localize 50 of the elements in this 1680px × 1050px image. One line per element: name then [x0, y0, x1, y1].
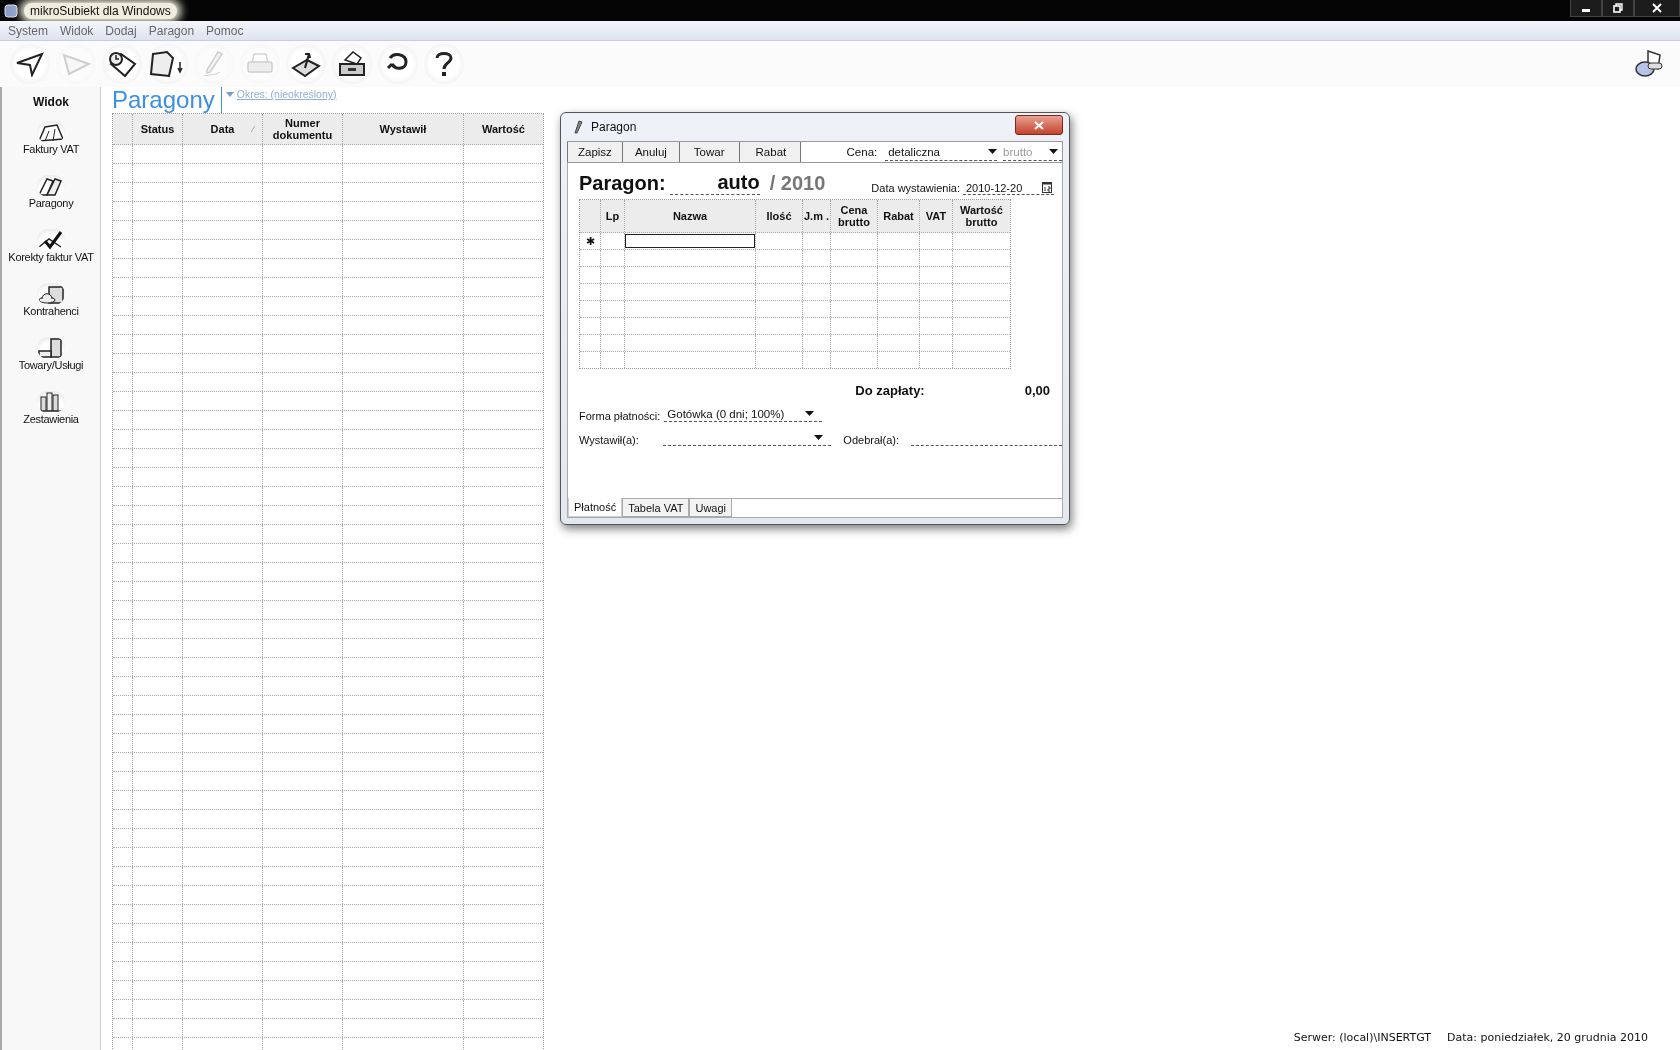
tab[interactable]: Uwagi — [689, 499, 732, 517]
price-type-dropdown[interactable]: detaliczna — [885, 143, 998, 161]
sidebar-item[interactable]: Towary/Usługi — [18, 337, 84, 391]
sidebar-item[interactable]: Paragony — [28, 175, 74, 229]
sidebar-title: Widok — [33, 94, 69, 111]
column-header[interactable]: Data — [183, 114, 263, 144]
new-row-marker: ✱ — [585, 234, 595, 248]
column-header[interactable]: Ilość — [756, 200, 803, 232]
payment-label: Forma płatności: — [579, 410, 661, 422]
column-header[interactable]: Wartość — [464, 114, 543, 144]
column-header[interactable]: Wystawił — [343, 114, 464, 144]
column-header[interactable]: Lp — [601, 200, 625, 232]
column-header[interactable]: J.m . — [803, 200, 831, 232]
menu-item[interactable]: Pomoc — [200, 23, 250, 38]
column-header[interactable]: Wartość brutto — [953, 200, 1010, 232]
sidebar-item[interactable]: Faktury VAT — [22, 121, 80, 175]
tab[interactable]: Płatność — [568, 498, 623, 517]
total-value: 0,00 — [1024, 383, 1050, 398]
status-text: Data: poniedziałek, 20 grudnia 2010 — [1447, 1031, 1648, 1044]
column-header[interactable]: Status — [133, 114, 183, 144]
issuer-label: Wystawił(a): — [579, 434, 639, 446]
toolbar-button[interactable]: Rabat — [738, 142, 801, 162]
document-year: / 2010 — [769, 172, 826, 195]
toolbar-button[interactable]: Towar — [678, 142, 740, 162]
menu-item[interactable]: Paragon — [142, 23, 201, 38]
price-label: Cena: — [846, 146, 878, 158]
menu-item[interactable]: Dodaj — [99, 23, 143, 38]
column-header[interactable]: Cena brutto — [831, 200, 878, 232]
column-header[interactable]: Rabat — [878, 200, 920, 232]
tab[interactable]: Tabela VAT — [622, 499, 690, 517]
status-text: Serwer: (local)\INSERTGT — [1293, 1031, 1431, 1044]
payment-dropdown[interactable]: Gotówka (0 dni; 100%) — [664, 406, 823, 422]
date-label: Data wystawienia: — [871, 182, 960, 194]
column-header[interactable]: Numer dokumentu — [263, 114, 343, 144]
menu-item[interactable]: System — [2, 23, 54, 38]
total-label: Do zapłaty: — [855, 383, 925, 398]
toolbar-button[interactable]: Zapisz — [567, 142, 623, 162]
sidebar-item[interactable]: Zestawienia — [23, 391, 79, 445]
sidebar-item[interactable]: Korekty faktur VAT — [8, 229, 94, 283]
column-header[interactable]: VAT — [920, 200, 953, 232]
toolbar-button[interactable]: Anuluj — [621, 142, 680, 162]
page-title: Paragony — [112, 87, 222, 113]
menu-item[interactable]: Widok — [54, 23, 100, 38]
document-number-field[interactable]: auto — [669, 171, 760, 195]
document-label: Paragon: — [579, 172, 666, 195]
column-header[interactable]: Nazwa — [625, 200, 756, 232]
sidebar-item[interactable]: Kontrahenci — [23, 283, 79, 337]
dialog-title: Paragon — [591, 120, 637, 134]
window-title: mikroSubiekt dla Windows — [24, 2, 177, 19]
receiver-label: Odebrał(a): — [843, 434, 899, 446]
